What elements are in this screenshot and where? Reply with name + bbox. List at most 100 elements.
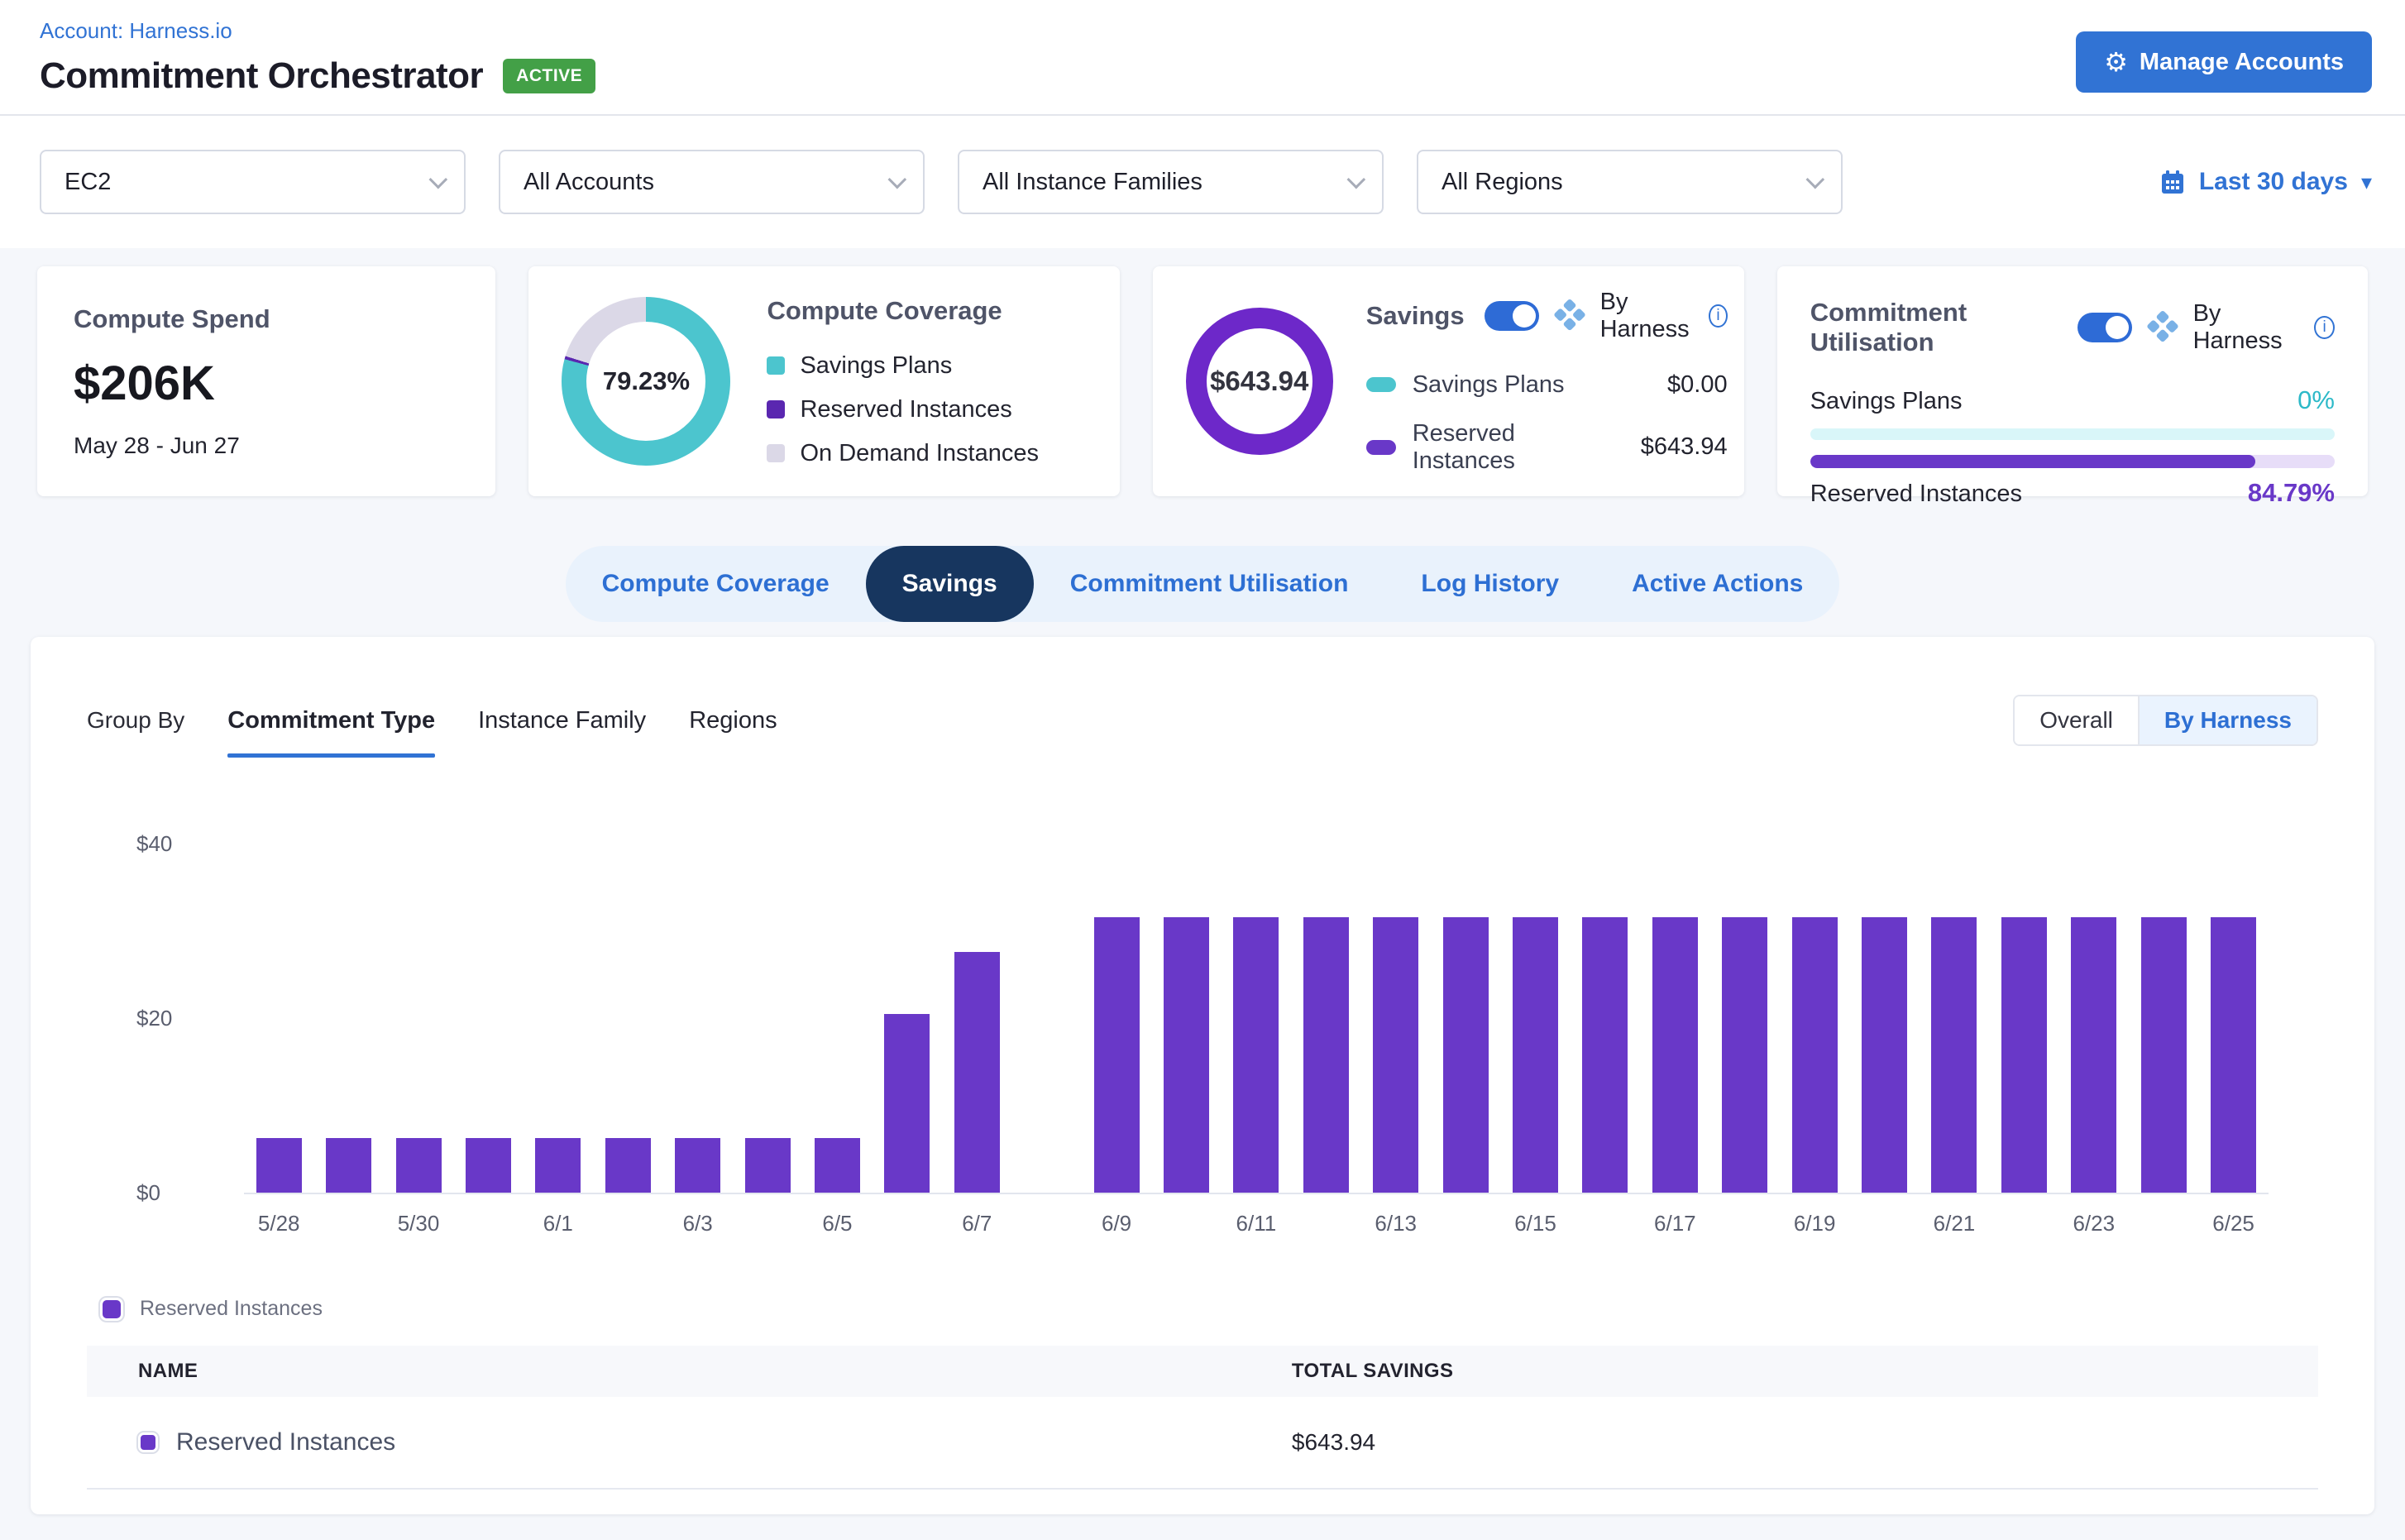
- tab-commitment-utilisation[interactable]: Commitment Utilisation: [1034, 546, 1385, 622]
- bar-6/25[interactable]: [2211, 917, 2256, 1193]
- bar-6/10[interactable]: [1164, 917, 1209, 1193]
- group-by-regions[interactable]: Regions: [689, 707, 777, 734]
- x-tick-6/24: [2129, 1211, 2198, 1239]
- bar-6/15[interactable]: [1513, 917, 1558, 1193]
- table-header-total-savings: TOTAL SAVINGS: [1292, 1360, 2318, 1383]
- bar-6/3[interactable]: [675, 1138, 720, 1193]
- chevron-down-icon: [888, 170, 907, 189]
- y-tick-$40: $40: [136, 831, 227, 856]
- bar-5/28[interactable]: [256, 1138, 302, 1193]
- bar-slot-6/22: [1989, 917, 2058, 1193]
- bar-6/21[interactable]: [1931, 917, 1977, 1193]
- tab-compute-coverage[interactable]: Compute Coverage: [566, 546, 866, 622]
- compute-spend-period: May 28 - Jun 27: [74, 433, 462, 459]
- bar-5/31[interactable]: [466, 1138, 511, 1193]
- bar-slot-6/21: [1920, 917, 1989, 1193]
- view-option-overall[interactable]: Overall: [2015, 696, 2138, 744]
- legend-swatch: [767, 400, 785, 418]
- regions-filter[interactable]: All Regions: [1417, 150, 1843, 214]
- bar-6/13[interactable]: [1373, 917, 1418, 1193]
- bar-6/6[interactable]: [884, 1014, 930, 1193]
- bar-slot-6/16: [1571, 917, 1640, 1193]
- bar-6/16[interactable]: [1582, 917, 1628, 1193]
- legend-label: Reserved Instances: [140, 1297, 323, 1321]
- y-tick-$20: $20: [136, 1006, 227, 1031]
- tab-active-actions[interactable]: Active Actions: [1595, 546, 1839, 622]
- bar-6/23[interactable]: [2071, 917, 2116, 1193]
- x-tick-6/7: 6/7: [942, 1211, 1011, 1239]
- service-filter[interactable]: EC2: [40, 150, 466, 214]
- chart-legend[interactable]: Reserved Instances: [87, 1297, 2318, 1321]
- view-option-by-harness[interactable]: By Harness: [2138, 696, 2317, 744]
- accounts-filter-value: All Accounts: [524, 169, 654, 196]
- bar-6/14[interactable]: [1443, 917, 1489, 1193]
- x-tick-6/10: [1151, 1211, 1221, 1239]
- x-tick-6/6: [873, 1211, 942, 1239]
- bar-6/5[interactable]: [815, 1138, 860, 1193]
- bar-6/24[interactable]: [2141, 917, 2187, 1193]
- bar-5/30[interactable]: [396, 1138, 442, 1193]
- accounts-filter[interactable]: All Accounts: [499, 150, 925, 214]
- tab-log-history[interactable]: Log History: [1384, 546, 1595, 622]
- chevron-down-icon: [1806, 170, 1825, 189]
- row-name: Reserved Instances: [176, 1428, 395, 1456]
- bar-6/11[interactable]: [1233, 917, 1279, 1193]
- x-tick-6/25: 6/25: [2198, 1211, 2268, 1239]
- info-icon[interactable]: i: [1709, 304, 1727, 328]
- utilisation-row-savings-plans: Savings Plans 0%: [1810, 385, 2335, 415]
- x-tick-6/18: [1710, 1211, 1780, 1239]
- page-header: Account: Harness.io Commitment Orchestra…: [0, 0, 2405, 116]
- bar-slot-6/19: [1780, 917, 1849, 1193]
- x-tick-6/3: 6/3: [662, 1211, 732, 1239]
- bar-slot-6/17: [1640, 917, 1709, 1193]
- status-badge: ACTIVE: [503, 59, 595, 93]
- utilisation-by-harness-toggle[interactable]: [2077, 313, 2132, 342]
- bar-6/22[interactable]: [2001, 917, 2047, 1193]
- tab-savings[interactable]: Savings: [866, 546, 1034, 622]
- account-link[interactable]: Account: Harness.io: [40, 18, 595, 44]
- x-tick-5/30: 5/30: [384, 1211, 453, 1239]
- commitment-utilisation-title: Commitment Utilisation: [1810, 298, 2058, 357]
- group-by-instance-family[interactable]: Instance Family: [478, 707, 646, 734]
- caret-down-icon: ▾: [2361, 170, 2372, 195]
- info-icon[interactable]: i: [2314, 316, 2335, 339]
- savings-breakdown-row: Reserved Instances $643.94: [1366, 420, 1728, 475]
- bar-6/1[interactable]: [535, 1138, 581, 1193]
- x-tick-6/23: 6/23: [2059, 1211, 2129, 1239]
- savings-by-harness-toggle[interactable]: [1485, 301, 1539, 331]
- row-total-savings: $643.94: [1292, 1429, 1375, 1455]
- compute-spend-amount: $206K: [74, 356, 462, 411]
- section-tabs: Compute CoverageSavingsCommitment Utilis…: [0, 546, 2405, 622]
- instance-families-filter[interactable]: All Instance Families: [958, 150, 1384, 214]
- bar-5/29[interactable]: [326, 1138, 371, 1193]
- x-tick-6/19: 6/19: [1780, 1211, 1849, 1239]
- x-tick-6/15: 6/15: [1500, 1211, 1570, 1239]
- bar-6/18[interactable]: [1722, 917, 1767, 1193]
- regions-filter-value: All Regions: [1442, 169, 1563, 196]
- row-legend-chip: [138, 1432, 158, 1452]
- instance-families-filter-value: All Instance Families: [983, 169, 1202, 196]
- x-tick-6/14: [1431, 1211, 1500, 1239]
- bar-6/7[interactable]: [954, 952, 1000, 1193]
- x-tick-6/17: 6/17: [1640, 1211, 1709, 1239]
- table-row[interactable]: Reserved Instances $643.94: [87, 1397, 2318, 1490]
- utilisation-bars: Savings Plans 0% Reserved Instances 84.7…: [1810, 385, 2335, 508]
- bar-6/4[interactable]: [745, 1138, 791, 1193]
- coverage-legend-item: Savings Plans: [767, 352, 1039, 380]
- date-range-picker[interactable]: Last 30 days ▾: [2159, 168, 2372, 196]
- coverage-legend-item: Reserved Instances: [767, 396, 1039, 423]
- reserved-instances-progress-bar: [1810, 455, 2335, 468]
- service-filter-value: EC2: [65, 169, 111, 196]
- bar-6/9[interactable]: [1094, 917, 1140, 1193]
- summary-cards: Compute Spend $206K May 28 - Jun 27 79.2…: [0, 248, 2405, 496]
- bar-6/17[interactable]: [1652, 917, 1698, 1193]
- bar-6/19[interactable]: [1792, 917, 1838, 1193]
- utilisation-row-reserved-instances: Reserved Instances 84.79%: [1810, 478, 2335, 508]
- date-range-label: Last 30 days: [2199, 168, 2348, 196]
- bar-6/12[interactable]: [1303, 917, 1349, 1193]
- bar-slot-5/28: [244, 1138, 313, 1193]
- group-by-commitment-type[interactable]: Commitment Type: [227, 707, 435, 734]
- bar-6/2[interactable]: [605, 1138, 651, 1193]
- manage-accounts-button[interactable]: ⚙ Manage Accounts: [2076, 31, 2372, 93]
- bar-6/20[interactable]: [1862, 917, 1907, 1193]
